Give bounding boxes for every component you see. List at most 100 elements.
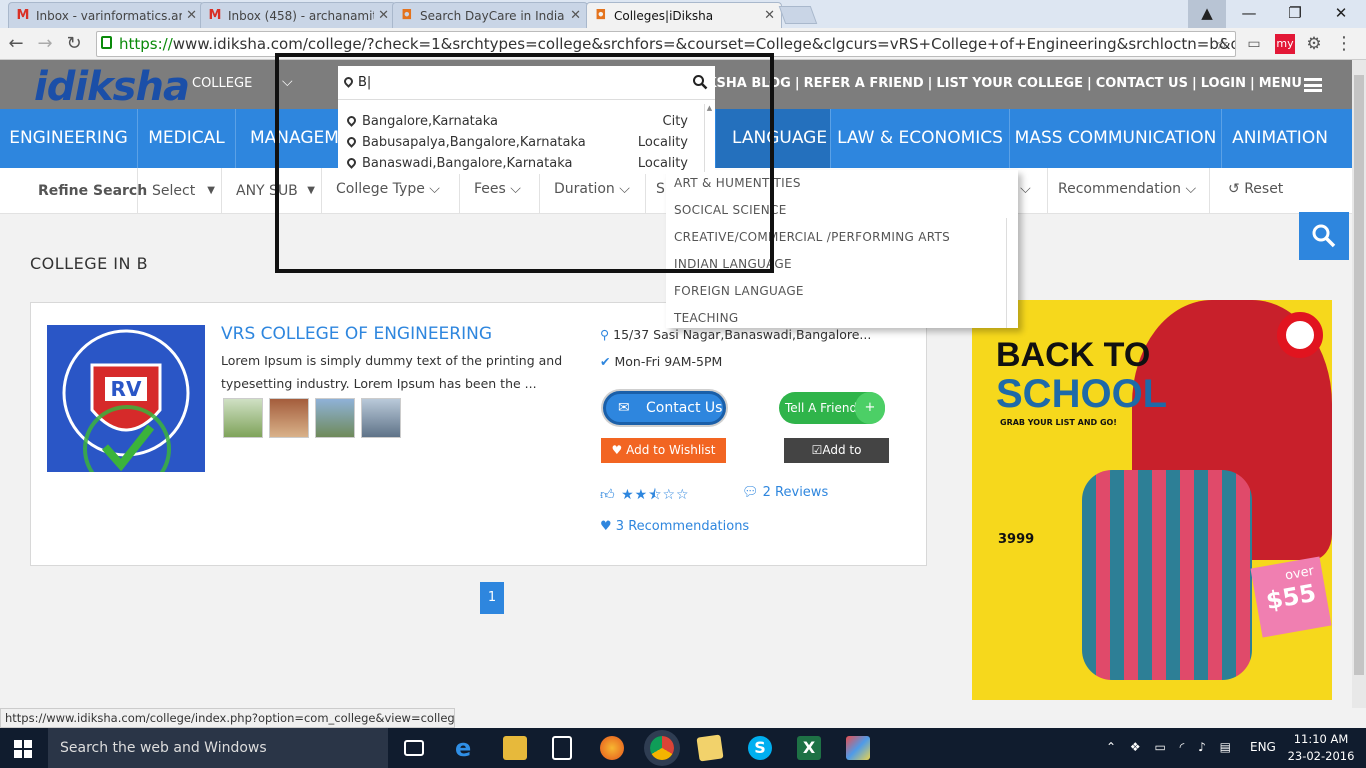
reload-icon[interactable]: ↻	[62, 32, 86, 56]
gmail-icon: M	[208, 7, 222, 23]
paint-icon[interactable]	[846, 736, 870, 760]
hamburger-menu-icon[interactable]	[1304, 78, 1322, 92]
location-suggestion[interactable]: Bangalore,Karnataka City	[338, 111, 706, 132]
windows-search-box[interactable]: Search the web and Windows	[48, 728, 388, 768]
browser-tab-active[interactable]: ◘ Colleges|iDiksha ✕	[586, 2, 782, 28]
ad-price: 3999	[998, 532, 1035, 547]
idiksha-logo[interactable]: idiksha	[34, 64, 190, 110]
browser-tab[interactable]: M Inbox - varinformatics.arch ✕	[8, 2, 204, 28]
college-description: Lorem Ipsum is simply dummy text of the …	[221, 353, 563, 391]
bookmark-star-icon[interactable]: ☆	[1210, 32, 1234, 56]
browser-tab[interactable]: ◘ Search DayCare in India|iD ✕	[392, 2, 588, 28]
ad-price-tag: over $55	[1250, 556, 1332, 638]
chrome-icon[interactable]	[650, 736, 674, 760]
user-profile-icon[interactable]: ▲	[1188, 0, 1226, 28]
reset-button[interactable]: ↺ Reset	[1210, 168, 1310, 214]
close-tab-icon[interactable]: ✕	[570, 8, 581, 23]
close-window-button[interactable]: ✕	[1318, 0, 1364, 28]
excel-icon[interactable]: X	[797, 736, 821, 760]
nav-list-college[interactable]: LIST YOUR COLLEGE	[932, 76, 1087, 91]
ad-headline-school: SCHOOL	[996, 372, 1168, 416]
wifi-icon: ◜	[1179, 740, 1185, 754]
check-circle-icon: ✔	[600, 354, 611, 369]
college-photo-thumb[interactable]	[315, 398, 355, 438]
idiksha-icon: ◘	[401, 7, 413, 23]
chevron-up-icon: ⌃	[1106, 740, 1117, 754]
category-engineering[interactable]: ENGINEERING	[0, 109, 138, 168]
college-photo-thumb[interactable]	[223, 398, 263, 438]
nav-menu[interactable]: MENU	[1255, 76, 1306, 91]
volume-icon: ♪	[1198, 740, 1206, 754]
comments-icon: 💬︎	[742, 485, 759, 500]
college-name-link[interactable]: VRS COLLEGE OF ENGINEERING	[221, 324, 492, 344]
add-to-compare-button[interactable]: ☑Add to Compare	[784, 438, 889, 482]
back-to-school-ad[interactable]: BACK TO SCHOOL GRAB YOUR LIST AND GO! 39…	[972, 300, 1332, 700]
location-pin-icon	[345, 135, 358, 148]
rating-stars[interactable]: 👍︎ ★★⯪☆☆	[600, 484, 690, 508]
category-mass-communication[interactable]: MASS COMMUNICATION	[1010, 109, 1222, 168]
file-explorer-icon[interactable]	[503, 736, 527, 760]
caret-down-icon: ▼	[207, 185, 215, 196]
restore-button[interactable]: ❐	[1272, 0, 1318, 28]
college-address: ⚲ 15/37 Sasi Nagar,Banaswadi,Bangalore..…	[600, 327, 872, 342]
nav-refer-friend[interactable]: REFER A FRIEND	[800, 76, 928, 91]
search-icon[interactable]	[692, 74, 708, 90]
chevron-down-icon: ⌵	[1020, 181, 1031, 197]
scrollbar-thumb[interactable]	[1354, 75, 1364, 675]
recommendation-filter[interactable]: Recommendation ⌵	[1048, 168, 1210, 214]
location-suggestion[interactable]: Banaswadi,Bangalore,Karnataka Locality	[338, 153, 706, 174]
subject-option[interactable]: TEACHING	[666, 305, 1018, 328]
pagination-page[interactable]: 1	[480, 582, 504, 614]
task-view-icon[interactable]	[404, 740, 424, 756]
college-type-label: COLLEGE	[192, 76, 253, 91]
settings-gear-icon[interactable]: ⚙	[1302, 32, 1326, 56]
myntra-extension-icon[interactable]: my	[1275, 34, 1295, 54]
sticky-notes-icon[interactable]	[696, 734, 724, 762]
skype-icon[interactable]: S	[748, 736, 772, 760]
minimize-button[interactable]: —	[1226, 0, 1272, 28]
nav-contact-us[interactable]: CONTACT US	[1092, 76, 1192, 91]
college-photo-thumb[interactable]	[361, 398, 401, 438]
college-logo[interactable]: RV	[47, 325, 205, 472]
select-filter[interactable]: Select ▼	[138, 168, 222, 214]
edge-browser-icon[interactable]: e	[455, 736, 479, 760]
location-suggestion[interactable]: Babusapalya,Bangalore,Karnataka Locality	[338, 132, 706, 153]
close-tab-icon[interactable]: ✕	[764, 8, 775, 23]
forward-icon[interactable]: →	[33, 32, 57, 56]
location-pin-icon: ⚲	[600, 327, 610, 342]
input-language[interactable]: ENG	[1250, 740, 1276, 754]
close-tab-icon[interactable]: ✕	[378, 8, 389, 23]
windows-start-icon[interactable]	[14, 740, 32, 758]
contact-us-button[interactable]: ✉ Contact Us	[603, 391, 726, 425]
browser-tab[interactable]: M Inbox (458) - archanamithr ✕	[200, 2, 396, 28]
taskbar-clock[interactable]: 11:10 AM 23-02-2016	[1286, 731, 1356, 765]
firefox-icon[interactable]	[600, 736, 624, 760]
back-icon[interactable]: ←	[4, 32, 28, 56]
link-status-bar: https://www.idiksha.com/college/index.ph…	[0, 708, 455, 728]
nav-login[interactable]: LOGIN	[1197, 76, 1250, 91]
category-animation[interactable]: ANIMATION	[1222, 109, 1338, 168]
recommendations-link[interactable]: ♥ 3 Recommendations	[600, 519, 749, 534]
tell-a-friend-button[interactable]: Tell A Friend +	[779, 392, 885, 424]
suggestion-scrollbar[interactable]: ▲	[704, 104, 714, 172]
search-button[interactable]	[1299, 212, 1349, 260]
star-rating: ★★⯪☆☆	[621, 487, 690, 503]
college-photo-thumb[interactable]	[269, 398, 309, 438]
new-tab-button[interactable]	[778, 6, 818, 24]
dropdown-scrollbar[interactable]	[1006, 218, 1016, 328]
category-law-economics[interactable]: LAW & ECONOMICS	[831, 109, 1010, 168]
search-icon	[1312, 224, 1336, 248]
chrome-menu-icon[interactable]: ⋮	[1332, 32, 1356, 56]
system-tray[interactable]: ⌃ ❖ ▭ ◜ ♪ ▤	[1106, 740, 1231, 754]
reviews-link[interactable]: 💬︎ 2 Reviews	[742, 485, 828, 500]
add-to-wishlist-button[interactable]: ♥ Add to Wishlist	[601, 438, 726, 463]
cast-icon[interactable]: ▭	[1242, 32, 1266, 56]
category-medical[interactable]: MEDICAL	[138, 109, 236, 168]
idiksha-icon: ◘	[595, 7, 607, 23]
location-search-panel: B| Bangalore,Karnataka City Babusapalya,B…	[338, 66, 715, 174]
store-icon[interactable]	[552, 736, 572, 760]
location-search-input[interactable]: B|	[338, 66, 715, 100]
heart-icon: ♥	[611, 443, 623, 457]
close-tab-icon[interactable]: ✕	[186, 8, 197, 23]
subject-option[interactable]: FOREIGN LANGUAGE	[666, 278, 1018, 305]
